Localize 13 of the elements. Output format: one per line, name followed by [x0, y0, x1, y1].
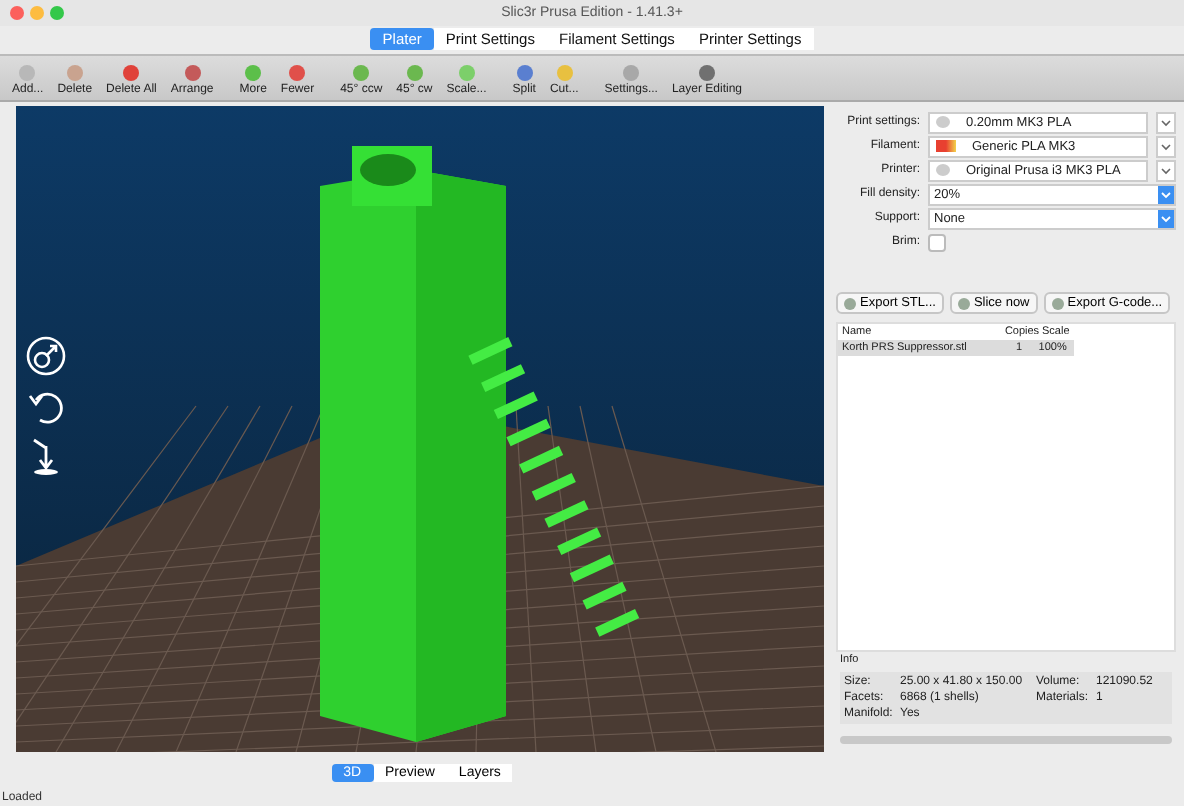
chevron-icon — [1158, 185, 1174, 203]
preset-icon — [936, 164, 950, 176]
close-icon[interactable] — [10, 6, 24, 20]
scrollbar[interactable] — [840, 736, 1172, 744]
move-icon[interactable] — [24, 334, 68, 378]
chevron-icon[interactable] — [1156, 111, 1176, 133]
maximize-icon[interactable] — [50, 6, 64, 20]
3d-viewport[interactable] — [16, 106, 824, 752]
chevron-icon[interactable] — [1156, 159, 1176, 181]
checkbox[interactable] — [928, 233, 946, 251]
chevron-icon[interactable] — [1156, 135, 1176, 157]
preset-icon — [936, 116, 950, 128]
chevron-icon — [1158, 209, 1174, 227]
